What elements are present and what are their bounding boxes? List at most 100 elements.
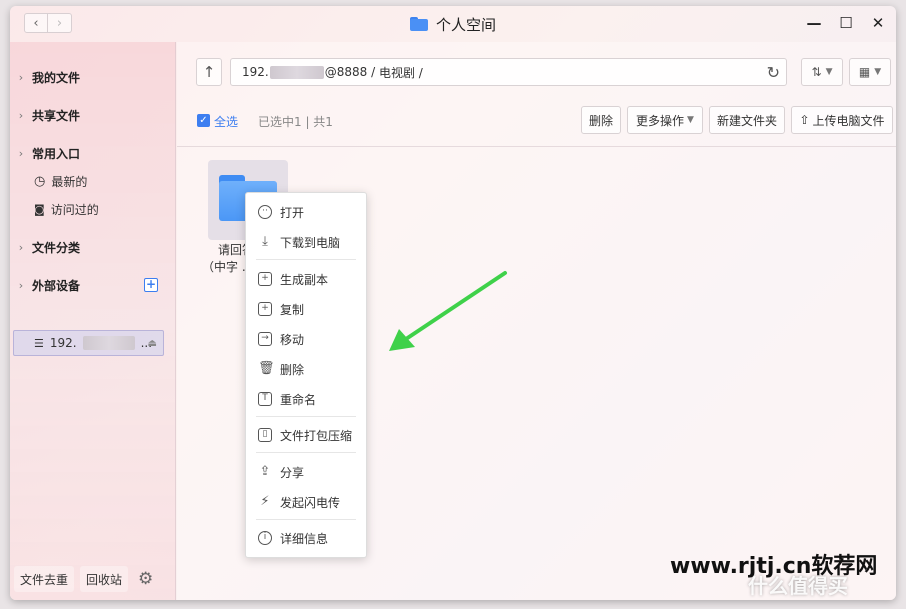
camera-icon: ◙ [34, 202, 45, 216]
chevron-down-icon: ▼ [825, 67, 833, 77]
info-icon: i [258, 531, 272, 545]
menu-item-label: 生成副本 [280, 272, 329, 287]
upload-icon: ⇧ [799, 113, 810, 127]
sort-icon: ⇅ [811, 65, 822, 79]
menu-divider [256, 259, 356, 260]
menu-item-copy[interactable]: + 复制 [246, 297, 366, 321]
menu-item-share[interactable]: ⇪ 分享 [246, 460, 366, 484]
add-device-button[interactable]: + [144, 278, 158, 292]
sort-button[interactable]: ⇅ ▼ [801, 58, 843, 86]
move-icon: → [258, 332, 272, 346]
address-middle: @8888 / [324, 65, 379, 79]
watermark-secondary: 什么值得买 [748, 574, 848, 598]
delete-button-label: 删除 [588, 113, 613, 128]
menu-item-label: 分享 [280, 465, 305, 480]
chevron-down-icon: ▼ [687, 115, 694, 125]
refresh-icon[interactable]: ↻ [767, 63, 780, 82]
context-menu: ·· 打开 ⤓ 下载到电脑 + 生成副本 + 复制 → 移动 🗑 删除 T 重命… [245, 192, 367, 558]
menu-item-make-copy[interactable]: + 生成副本 [246, 267, 366, 291]
sidebar-item-external-devices[interactable]: › 外部设备 + [10, 272, 176, 298]
menu-divider [256, 416, 356, 417]
selection-info: 已选中1 | 共1 [258, 115, 333, 129]
select-all-checkbox[interactable]: ✓ [197, 114, 210, 127]
chevron-right-icon: › [18, 108, 24, 122]
menu-item-move[interactable]: → 移动 [246, 327, 366, 351]
close-button[interactable]: ✕ [870, 14, 886, 32]
delete-button[interactable]: 删除 [581, 106, 621, 134]
sidebar-item-label: 常用入口 [32, 146, 81, 161]
sidebar-item-common[interactable]: › 常用入口 [10, 140, 176, 166]
arrow-up-icon: ↑ [202, 63, 216, 81]
sidebar-item-device[interactable]: ☰ 192.... ⏏ [13, 330, 164, 356]
trash-icon: 🗑 [258, 361, 275, 376]
redacted-block [82, 336, 135, 350]
view-mode-button[interactable]: ▦ ▼ [849, 58, 891, 86]
menu-item-label: 打开 [280, 205, 305, 220]
menu-item-delete[interactable]: 🗑 删除 [246, 357, 366, 381]
chevron-left-icon: ‹ [33, 15, 39, 31]
menu-item-details[interactable]: i 详细信息 [246, 526, 366, 550]
chevron-right-icon: › [56, 15, 63, 31]
annotation-arrow [389, 271, 507, 351]
eject-icon[interactable]: ⏏ [148, 338, 157, 349]
menu-item-label: 详细信息 [280, 531, 329, 546]
sidebar-item-label: 文件分类 [32, 240, 81, 255]
menu-divider [256, 519, 356, 520]
menu-item-label: 移动 [280, 332, 305, 347]
sidebar-item-visited[interactable]: ◙ 访问过的 [10, 196, 176, 222]
menu-item-label: 复制 [280, 302, 305, 317]
dedupe-button[interactable]: 文件去重 [14, 566, 75, 592]
sidebar-item-my-files[interactable]: › 我的文件 [10, 64, 176, 90]
gear-icon[interactable]: ⚙ [138, 569, 153, 589]
sidebar-item-file-categories[interactable]: › 文件分类 [10, 234, 176, 260]
server-icon: ☰ [34, 336, 44, 350]
menu-item-label: 发起闪电传 [280, 495, 341, 510]
divider [177, 146, 896, 147]
duplicate-icon: + [258, 302, 272, 316]
menu-item-label: 文件打包压缩 [280, 428, 353, 443]
text-icon: T [258, 392, 272, 406]
address-path: 电视剧 / [378, 65, 423, 80]
menu-item-label: 删除 [280, 362, 305, 377]
upload-button[interactable]: ⇧ 上传电脑文件 [791, 106, 893, 134]
maximize-button[interactable]: ☐ [838, 14, 854, 32]
menu-item-label: 重命名 [280, 392, 317, 407]
address-bar[interactable]: 192. @8888 / 电视剧 / ↻ [230, 58, 787, 86]
grid-icon: ▦ [858, 65, 871, 79]
chevron-right-icon: › [18, 240, 24, 254]
sidebar-item-label: 最新的 [51, 174, 88, 189]
menu-item-flash-transfer[interactable]: ⚡ 发起闪电传 [246, 490, 366, 514]
menu-item-rename[interactable]: T 重命名 [246, 387, 366, 411]
sidebar-item-shared-files[interactable]: › 共享文件 [10, 102, 176, 128]
chevron-down-icon: ▼ [874, 67, 882, 77]
menu-item-download[interactable]: ⤓ 下载到电脑 [246, 230, 366, 254]
menu-item-compress[interactable]: ▯ 文件打包压缩 [246, 423, 366, 447]
menu-item-open[interactable]: ·· 打开 [246, 200, 366, 224]
zip-icon: ▯ [258, 428, 272, 442]
folder-icon [409, 17, 428, 31]
sidebar-item-label: 外部设备 [32, 278, 81, 293]
sidebar-bottom: 文件去重 回收站 ⚙ [14, 566, 153, 592]
select-all-label[interactable]: 全选 [214, 113, 238, 130]
window-controls: — ☐ ✕ [806, 14, 886, 32]
clock-icon: ◷ [34, 173, 46, 189]
sidebar-item-label: 访问过的 [50, 202, 99, 217]
sidebar: › 我的文件 › 共享文件 › 常用入口 ◷ 最新的 ◙ 访问过的 › 文件分类… [10, 42, 176, 600]
download-icon: ⤓ [262, 234, 268, 249]
chevron-right-icon: › [18, 70, 24, 84]
chevron-down-icon: › [18, 146, 24, 160]
redacted-block [269, 65, 324, 79]
up-button[interactable]: ↑ [196, 58, 222, 86]
new-folder-label: 新建文件夹 [716, 113, 777, 128]
more-actions-button[interactable]: 更多操作 ▼ [627, 106, 703, 134]
sidebar-item-recent[interactable]: ◷ 最新的 [10, 168, 176, 194]
lightning-icon: ⚡ [260, 494, 270, 509]
minimize-button[interactable]: — [806, 14, 822, 32]
back-button[interactable]: ‹ [24, 13, 48, 33]
forward-button[interactable]: › [48, 13, 72, 33]
window-title: 个人空间 [409, 14, 496, 35]
recycle-bin-button[interactable]: 回收站 [80, 566, 129, 592]
sidebar-item-label: 我的文件 [32, 70, 81, 85]
new-folder-button[interactable]: 新建文件夹 [709, 106, 785, 134]
share-icon: ⇪ [259, 464, 271, 479]
